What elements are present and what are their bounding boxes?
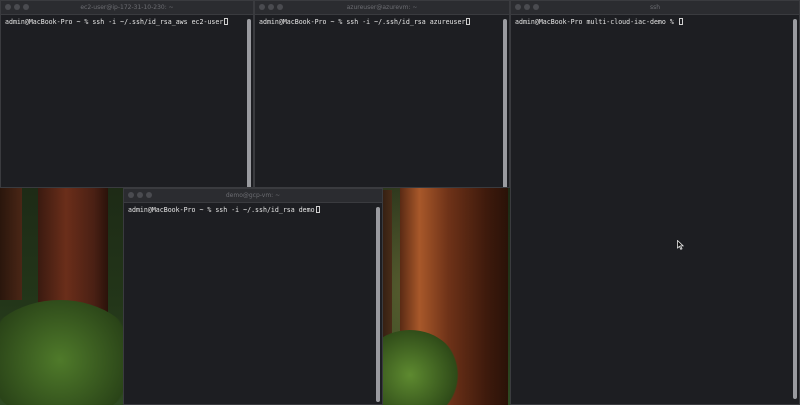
window-controls[interactable] xyxy=(128,192,152,198)
terminal-titlebar[interactable]: ec2-user@ip-172-31-10-230: ~ xyxy=(1,1,253,15)
command-line: admin@MacBook-Pro multi-cloud-iac-demo % xyxy=(515,18,795,27)
window-controls[interactable] xyxy=(5,4,29,10)
command-line: admin@MacBook-Pro ~ % ssh -i ~/.ssh/id_r… xyxy=(5,18,249,27)
terminal-titlebar[interactable]: azureuser@azurevm: ~ xyxy=(255,1,509,15)
minimize-button[interactable] xyxy=(524,4,530,10)
command-line: admin@MacBook-Pro ~ % ssh -i ~/.ssh/id_r… xyxy=(259,18,505,27)
zoom-button[interactable] xyxy=(277,4,283,10)
window-title: azureuser@azurevm: ~ xyxy=(346,4,418,11)
minimize-button[interactable] xyxy=(14,4,20,10)
prompt-text: admin@MacBook-Pro ~ % ssh -i ~/.ssh/id_r… xyxy=(259,18,466,26)
terminal-titlebar[interactable]: demo@gcp-vm: ~ xyxy=(124,189,382,203)
prompt-text: admin@MacBook-Pro multi-cloud-iac-demo % xyxy=(515,18,678,26)
text-cursor xyxy=(466,18,471,25)
text-cursor xyxy=(678,18,683,25)
terminal-content[interactable]: admin@MacBook-Pro multi-cloud-iac-demo % xyxy=(511,15,799,404)
window-controls[interactable] xyxy=(259,4,283,10)
prompt-text: admin@MacBook-Pro ~ % ssh -i ~/.ssh/id_r… xyxy=(128,206,315,214)
terminal-window-gcp[interactable]: demo@gcp-vm: ~ admin@MacBook-Pro ~ % ssh… xyxy=(123,188,383,405)
window-title: demo@gcp-vm: ~ xyxy=(225,192,281,199)
close-button[interactable] xyxy=(259,4,265,10)
fern-foliage xyxy=(0,300,140,405)
terminal-titlebar[interactable]: ssh xyxy=(511,1,799,15)
terminal-content[interactable]: admin@MacBook-Pro ~ % ssh -i ~/.ssh/id_r… xyxy=(255,15,509,187)
window-controls[interactable] xyxy=(515,4,539,10)
scrollbar[interactable] xyxy=(503,19,507,187)
terminal-window-azure[interactable]: azureuser@azurevm: ~ admin@MacBook-Pro ~… xyxy=(254,0,510,188)
minimize-button[interactable] xyxy=(137,192,143,198)
close-button[interactable] xyxy=(515,4,521,10)
scrollbar[interactable] xyxy=(793,19,797,399)
terminal-window-local[interactable]: ssh admin@MacBook-Pro multi-cloud-iac-de… xyxy=(510,0,800,405)
terminal-window-aws[interactable]: ec2-user@ip-172-31-10-230: ~ admin@MacBo… xyxy=(0,0,254,188)
scrollbar[interactable] xyxy=(376,207,380,402)
zoom-button[interactable] xyxy=(23,4,29,10)
mouse-pointer-icon xyxy=(677,240,684,250)
minimize-button[interactable] xyxy=(268,4,274,10)
close-button[interactable] xyxy=(5,4,11,10)
terminal-content[interactable]: admin@MacBook-Pro ~ % ssh -i ~/.ssh/id_r… xyxy=(124,203,382,404)
zoom-button[interactable] xyxy=(533,4,539,10)
text-cursor xyxy=(315,206,320,213)
prompt-text: admin@MacBook-Pro ~ % ssh -i ~/.ssh/id_r… xyxy=(5,18,224,26)
window-title: ssh xyxy=(649,4,661,11)
zoom-button[interactable] xyxy=(146,192,152,198)
terminal-content[interactable]: admin@MacBook-Pro ~ % ssh -i ~/.ssh/id_r… xyxy=(1,15,253,187)
close-button[interactable] xyxy=(128,192,134,198)
text-cursor xyxy=(224,18,229,25)
window-title: ec2-user@ip-172-31-10-230: ~ xyxy=(80,4,174,11)
scrollbar[interactable] xyxy=(247,19,251,187)
command-line: admin@MacBook-Pro ~ % ssh -i ~/.ssh/id_r… xyxy=(128,206,378,215)
tree-trunk xyxy=(0,180,22,300)
